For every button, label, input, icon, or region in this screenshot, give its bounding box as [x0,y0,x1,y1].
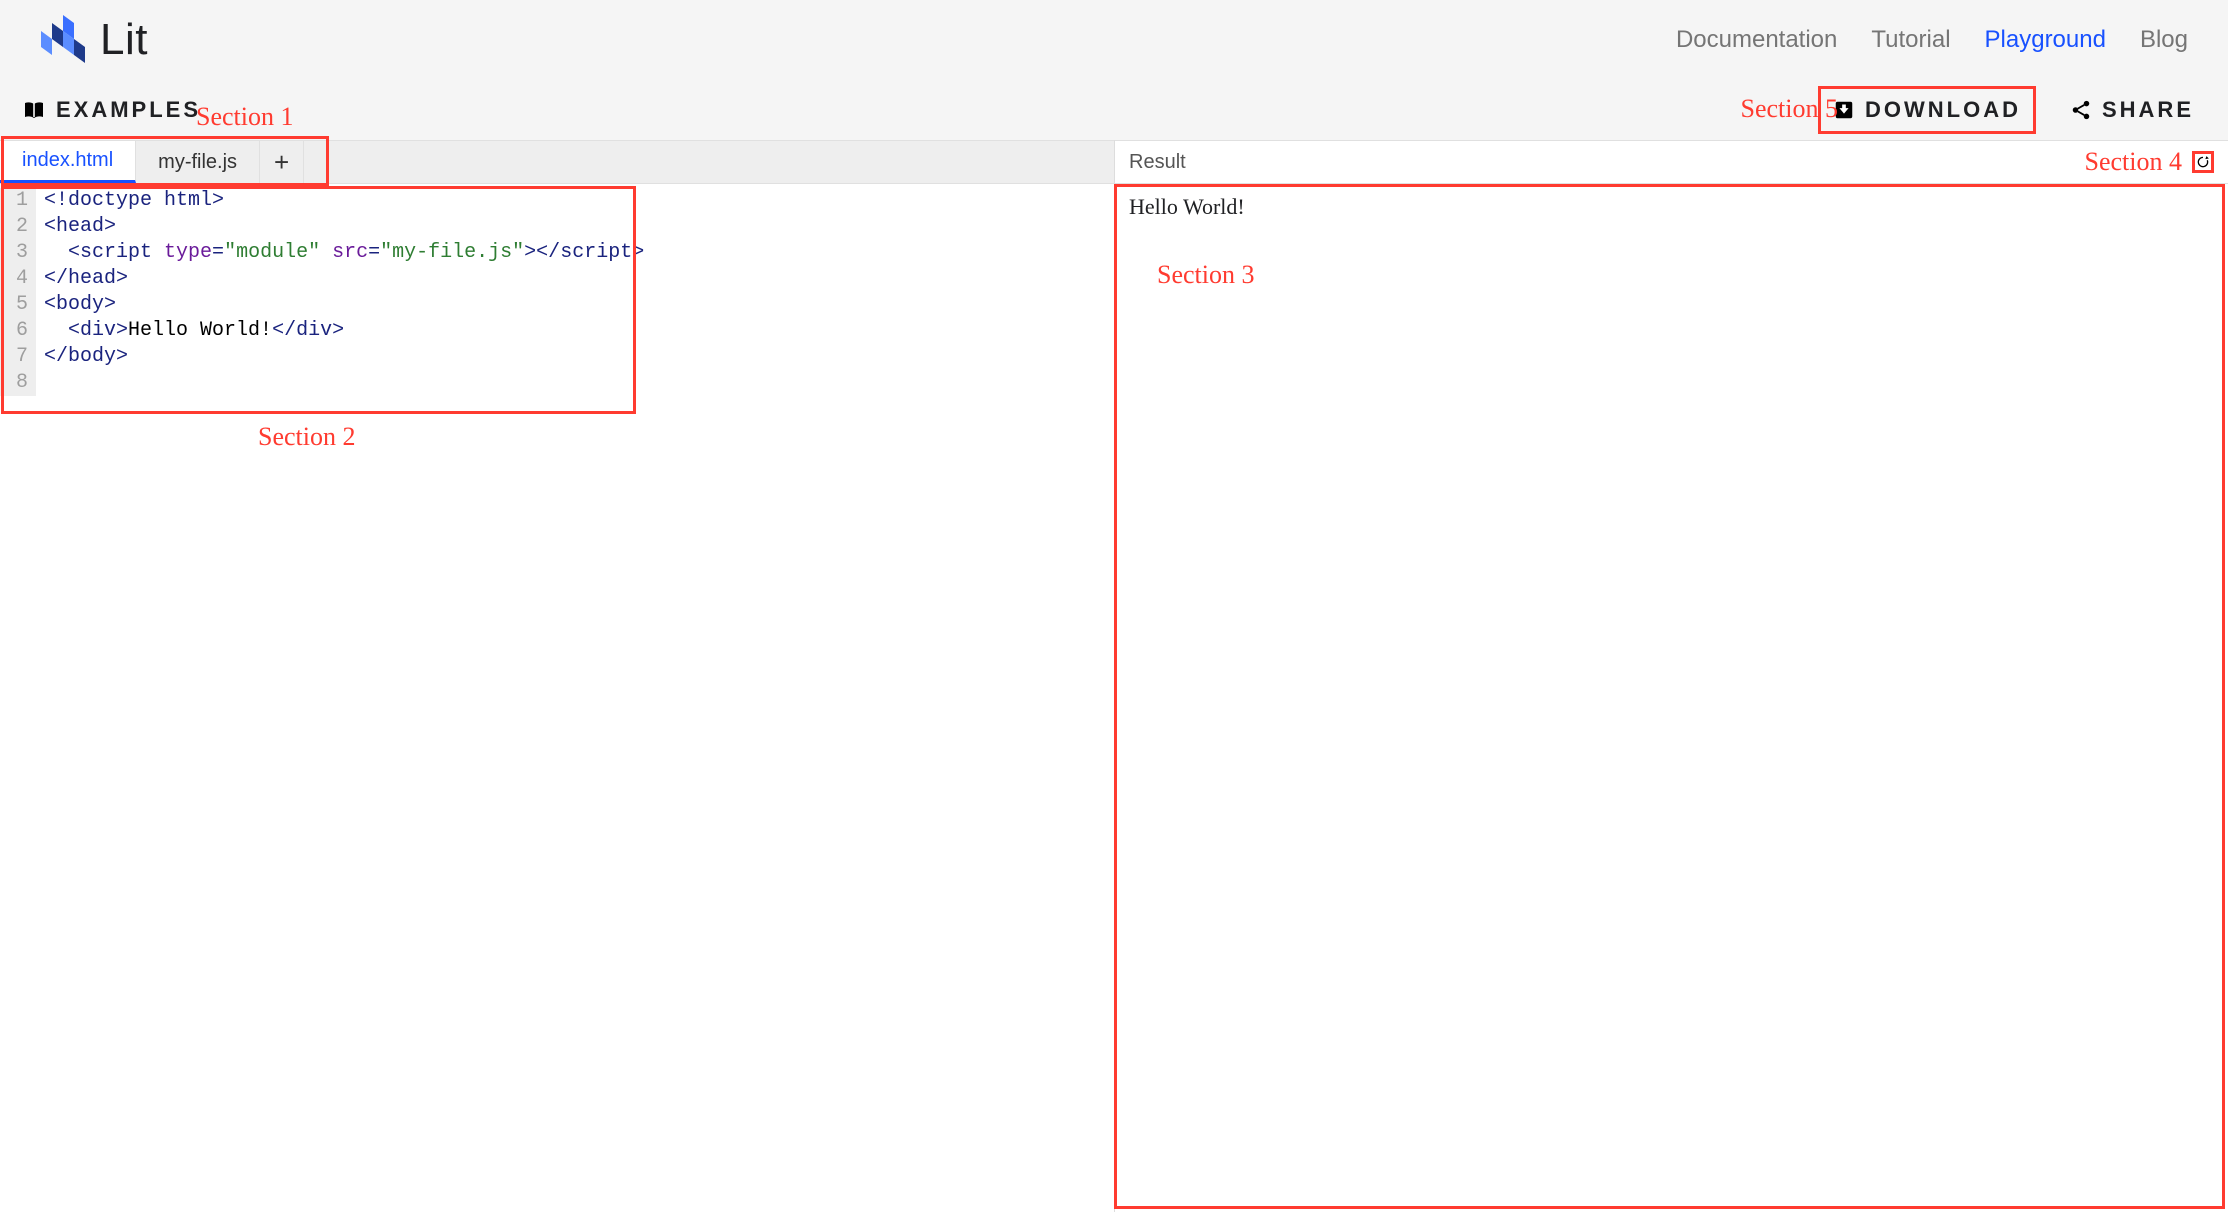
download-icon [1833,99,1855,121]
playground-toolbar: EXAMPLES DOWNLOAD SHARE Section 5 Sectio… [0,80,2228,140]
result-text: Hello World! [1129,194,1245,219]
download-label: DOWNLOAD [1865,97,2021,123]
line-number: 2 [0,214,36,240]
examples-button[interactable]: EXAMPLES [22,97,201,123]
line-number: 8 [0,370,36,396]
code-line: 5<body> [0,292,1114,318]
code-line: 2<head> [0,214,1114,240]
nav-documentation[interactable]: Documentation [1676,26,1837,54]
editor-pane: index.html my-file.js + 1<!doctype html>… [0,140,1114,1212]
plus-icon: + [274,147,289,178]
line-number: 6 [0,318,36,344]
code-line: 4</head> [0,266,1114,292]
top-nav: Lit Documentation Tutorial Playground Bl… [0,0,2228,80]
code-content [36,370,44,396]
result-header-label: Result [1129,151,1186,174]
code-line: 3 <script type="module" src="my-file.js"… [0,240,1114,266]
download-button[interactable]: DOWNLOAD [1818,86,2036,134]
code-editor[interactable]: 1<!doctype html>2<head>3 <script type="m… [0,184,1114,1212]
line-number: 5 [0,292,36,318]
book-icon [22,98,46,122]
add-tab-button[interactable]: + [260,141,304,183]
code-content: </body> [36,344,128,370]
code-content: <div>Hello World!</div> [36,318,344,344]
line-number: 1 [0,188,36,214]
nav-tutorial[interactable]: Tutorial [1871,26,1950,54]
code-line: 1<!doctype html> [0,188,1114,214]
share-icon [2070,99,2092,121]
brand[interactable]: Lit [40,15,148,65]
share-label: SHARE [2102,97,2194,123]
file-tabs: index.html my-file.js + [0,140,1114,184]
line-number: 3 [0,240,36,266]
tab-my-file-js[interactable]: my-file.js [136,141,260,183]
brand-name: Lit [100,15,148,65]
tab-label: my-file.js [158,151,237,174]
lit-logo-icon [40,15,86,65]
code-content: <script type="module" src="my-file.js"><… [36,240,644,266]
code-content: <!doctype html> [36,188,224,214]
result-output: Hello World! Section 3 [1115,184,2228,1212]
share-button[interactable]: SHARE [2058,89,2206,131]
tab-index-html[interactable]: index.html [0,141,136,183]
tab-label: index.html [22,149,113,172]
workspace: index.html my-file.js + 1<!doctype html>… [0,140,2228,1212]
annotation-section-4: Section 4 [2085,147,2183,177]
code-line: 6 <div>Hello World!</div> [0,318,1114,344]
reload-icon[interactable] [2192,151,2214,173]
nav-playground[interactable]: Playground [1985,26,2106,54]
annotation-section-3: Section 3 [1157,260,2228,290]
examples-label: EXAMPLES [56,97,201,123]
nav-blog[interactable]: Blog [2140,26,2188,54]
line-number: 7 [0,344,36,370]
annotation-section-1: Section 1 [196,102,294,132]
code-content: <head> [36,214,116,240]
code-content: </head> [36,266,128,292]
result-pane: Result Section 4 Hello World! Section 3 [1114,140,2228,1212]
code-content: <body> [36,292,116,318]
line-number: 4 [0,266,36,292]
code-line: 8 [0,370,1114,396]
result-header: Result Section 4 [1115,140,2228,184]
nav-links: Documentation Tutorial Playground Blog [1676,26,2188,54]
code-line: 7</body> [0,344,1114,370]
